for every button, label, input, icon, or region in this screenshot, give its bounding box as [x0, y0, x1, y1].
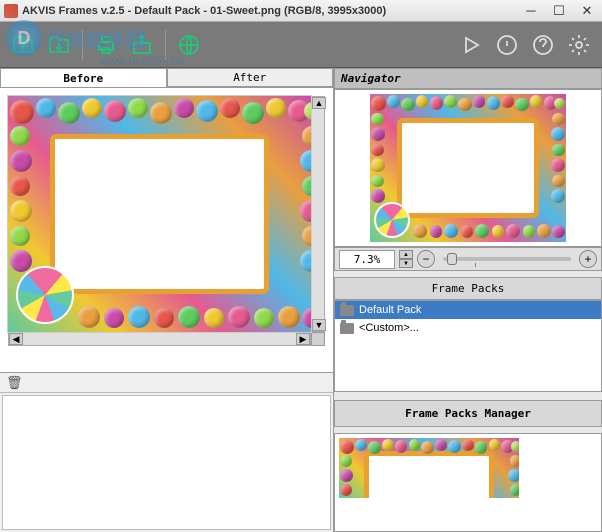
zoom-in-button[interactable]: + — [579, 250, 597, 268]
canvas-vscroll[interactable]: ▲▼ — [311, 96, 325, 332]
zoom-spin-up[interactable]: ▲ — [399, 250, 413, 259]
view-tabs: Before After — [0, 68, 333, 88]
zoom-spin-down[interactable]: ▼ — [399, 259, 413, 268]
frame-packs-title: Frame Packs — [334, 277, 602, 300]
frames-preview[interactable] — [334, 433, 602, 532]
history-thumbs[interactable] — [2, 395, 331, 530]
main-canvas[interactable] — [8, 96, 311, 332]
zoom-slider[interactable] — [443, 257, 571, 261]
help-icon[interactable] — [528, 30, 558, 60]
maximize-button[interactable]: ☐ — [548, 3, 570, 19]
close-button[interactable]: ✕ — [576, 3, 598, 19]
pack-item-label: <Custom>... — [359, 322, 419, 334]
frame-packs-list: Default Pack <Custom>... — [334, 300, 602, 392]
window-title: AKVIS Frames v.2.5 - Default Pack - 01-S… — [22, 5, 520, 17]
app-icon — [4, 4, 18, 18]
print-icon[interactable] — [91, 30, 121, 60]
canvas-hscroll[interactable]: ◀▶ — [8, 332, 311, 346]
open-icon[interactable] — [8, 30, 38, 60]
pack-item[interactable]: <Custom>... — [335, 319, 601, 337]
zoom-value[interactable]: 7.3% — [339, 250, 395, 269]
pack-item[interactable]: Default Pack — [335, 301, 601, 319]
navigator-preview[interactable] — [334, 89, 602, 247]
save-icon[interactable] — [44, 30, 74, 60]
trash-icon[interactable]: 🗑 — [6, 375, 23, 390]
titlebar: AKVIS Frames v.2.5 - Default Pack - 01-S… — [0, 0, 602, 22]
toolbar — [0, 22, 602, 68]
zoom-controls: 7.3% ▲ ▼ − + — [334, 247, 602, 271]
tab-after[interactable]: After — [167, 68, 334, 87]
pack-item-label: Default Pack — [359, 304, 421, 316]
history-panel: 🗑 — [0, 372, 333, 532]
export-icon[interactable] — [127, 30, 157, 60]
tab-before[interactable]: Before — [0, 68, 167, 87]
zoom-out-button[interactable]: − — [417, 250, 435, 268]
share-icon[interactable] — [174, 30, 204, 60]
canvas-area: ▲▼ ◀▶ — [0, 88, 333, 372]
frame-packs-manager-button[interactable]: Frame Packs Manager — [334, 400, 602, 427]
navigator-title: Navigator — [334, 68, 602, 89]
play-icon[interactable] — [456, 30, 486, 60]
home-icon[interactable] — [492, 30, 522, 60]
gear-icon[interactable] — [564, 30, 594, 60]
minimize-button[interactable]: ─ — [520, 3, 542, 19]
